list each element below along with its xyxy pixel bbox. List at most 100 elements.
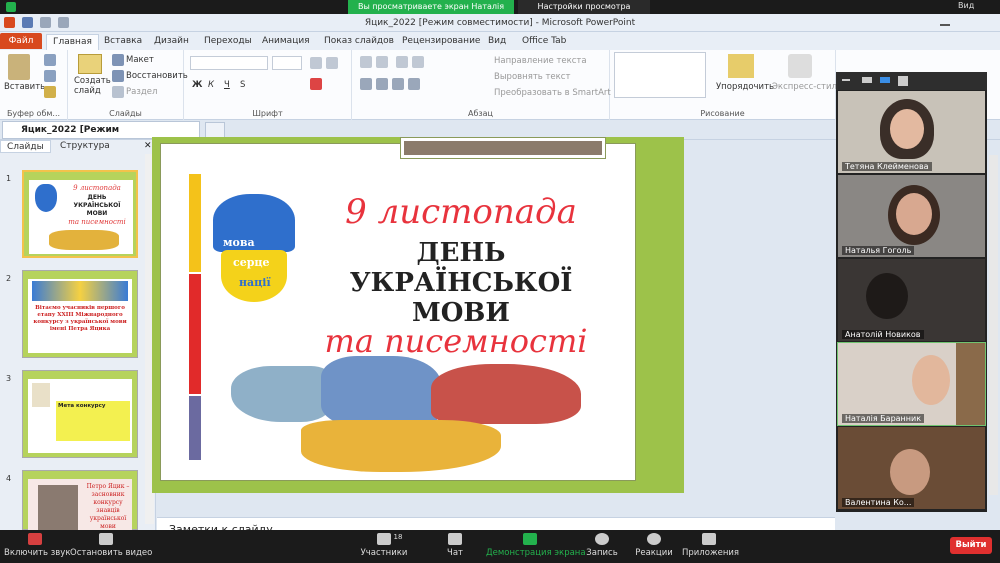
title-bar: Яцик_2022 [Режим совместимости] - Micros… [0, 14, 1000, 32]
quick-styles-button[interactable]: Экспресс-стили [772, 82, 842, 92]
ribbon-tabs: Главная Вставка Дизайн Переходы Анимация… [0, 32, 1000, 50]
copy-icon[interactable] [44, 70, 56, 82]
align-right-icon[interactable] [392, 78, 404, 90]
numbering-icon[interactable] [376, 56, 388, 68]
participant-face-image [890, 109, 924, 149]
view-options-button[interactable]: Настройки просмотра [518, 0, 650, 14]
new-slide-button[interactable]: Создать слайд [74, 76, 114, 96]
shapes-gallery[interactable] [614, 52, 706, 98]
italic-button[interactable]: К [208, 80, 214, 90]
record-button[interactable]: Запись [584, 531, 620, 558]
layout-button[interactable]: Макет [126, 55, 154, 65]
slide-thumbnail-1[interactable]: 9 листопада ДЕНЬ УКРАЇНСЬКОЇ МОВИ та пис… [22, 170, 138, 258]
slide-canvas: мова серце нації 9 листопада ДЕНЬ УКРАЇН… [160, 137, 636, 481]
speaker-view-icon[interactable] [862, 77, 872, 83]
justify-icon[interactable] [408, 78, 420, 90]
gallery-view-icon[interactable] [898, 76, 908, 86]
arrange-button[interactable]: Упорядочить [716, 82, 774, 92]
cut-icon[interactable] [44, 54, 56, 66]
align-left-icon[interactable] [360, 78, 372, 90]
share-screen-button[interactable]: Демонстрация экрана [486, 531, 586, 558]
tab-slideshow[interactable]: Показ слайдов [318, 34, 400, 50]
smartart-button[interactable]: Преобразовать в SmartArt [494, 88, 611, 98]
video-tile[interactable]: Анатолій Новиков [838, 259, 985, 341]
stripe-red [189, 274, 201, 394]
tab-animation[interactable]: Анимация [256, 34, 316, 50]
tab-slides[interactable]: Слайды [0, 140, 51, 153]
minimize-icon[interactable] [842, 79, 850, 81]
video-tile-active-speaker[interactable]: Наталія Баранник [837, 342, 986, 426]
format-painter-icon[interactable] [44, 86, 56, 98]
heart-word-1: мова [223, 236, 255, 249]
participant-face-image [890, 449, 930, 495]
title-placeholder-bar [400, 137, 606, 159]
participant-name: Наталья Гоголь [842, 246, 915, 255]
apps-button[interactable]: Приложения [682, 531, 739, 558]
arrange-icon[interactable] [728, 54, 754, 78]
tab-outline[interactable]: Структура [54, 140, 116, 153]
text-direction-button[interactable]: Направление текста [494, 56, 587, 66]
bold-button[interactable]: Ж [192, 80, 202, 90]
window-title: Яцик_2022 [Режим совместимости] - Micros… [364, 18, 636, 28]
map-region-center [321, 356, 441, 426]
mute-button[interactable]: Включить звук [4, 531, 70, 558]
map-region-south [301, 420, 501, 472]
section-button[interactable]: Раздел [126, 87, 157, 97]
tab-review[interactable]: Рецензирование [396, 34, 486, 50]
record-icon [595, 533, 609, 545]
new-tab-button[interactable] [205, 122, 225, 138]
video-button[interactable]: Остановить видео [70, 531, 152, 558]
video-tile[interactable]: Тетяна Клейменова [838, 91, 985, 173]
reset-button[interactable]: Восстановить [126, 71, 188, 81]
quick-styles-icon[interactable] [788, 54, 812, 78]
slide-line-ukrainian: УКРАЇНСЬКОЇ [349, 268, 573, 298]
align-center-icon[interactable] [376, 78, 388, 90]
current-slide[interactable]: мова серце нації 9 листопада ДЕНЬ УКРАЇН… [152, 137, 684, 493]
new-slide-icon[interactable] [78, 54, 102, 74]
slide-thumbnail-3[interactable]: Мета конкурсу [22, 370, 138, 458]
video-tile[interactable]: Наталья Гоголь [838, 175, 985, 257]
tab-office-tab[interactable]: Office Tab [516, 34, 572, 50]
bullets-icon[interactable] [360, 56, 372, 68]
indent-increase-icon[interactable] [412, 56, 424, 68]
align-text-button[interactable]: Выровнять текст [494, 72, 570, 82]
reset-icon [112, 70, 124, 82]
paste-button[interactable]: Вставить [4, 82, 45, 92]
tab-insert[interactable]: Вставка [98, 34, 148, 50]
stripe-purple [189, 396, 201, 460]
font-size-combo[interactable] [272, 56, 302, 70]
strip-view-icon[interactable] [880, 77, 890, 83]
shrink-font-icon[interactable] [326, 57, 338, 69]
slide-thumbnail-2[interactable]: Вітаємо учасників першого етапу XXIII Мі… [22, 270, 138, 358]
tab-transitions[interactable]: Переходы [198, 34, 258, 50]
view-button[interactable]: Вид [958, 1, 974, 10]
paste-icon[interactable] [8, 54, 30, 80]
chat-button[interactable]: Чат [440, 531, 470, 558]
strikethrough-button[interactable]: S [240, 80, 245, 90]
video-label: Остановить видео [70, 548, 153, 558]
slide-scrollbar[interactable] [989, 155, 998, 495]
video-tile[interactable]: Валентина Ко... [838, 427, 985, 509]
font-name-combo[interactable] [190, 56, 268, 70]
tab-design[interactable]: Дизайн [148, 34, 195, 50]
indent-decrease-icon[interactable] [396, 56, 408, 68]
slides-group: Создать слайд Макет Восстановить Раздел … [68, 50, 188, 120]
tab-view[interactable]: Вид [482, 34, 512, 50]
slide-thumbnail-4[interactable]: Петро Яцик – засновник конкурсу знавців … [22, 470, 138, 531]
reactions-label: Реакции [635, 548, 673, 558]
tab-home[interactable]: Главная [46, 34, 99, 50]
thumbnail-line2: ДЕНЬ [87, 194, 107, 201]
tab-file[interactable]: Файл [0, 33, 42, 49]
font-color-icon[interactable] [310, 78, 322, 90]
reactions-button[interactable]: Реакции [634, 531, 674, 558]
portrait-image [38, 485, 78, 531]
leave-button[interactable]: Выйти [950, 537, 992, 554]
grow-font-icon[interactable] [310, 57, 322, 69]
underline-button[interactable]: Ч [224, 80, 230, 90]
thumbnail-number: 2 [6, 274, 12, 283]
close-icon[interactable]: ✕ [144, 141, 152, 151]
minimize-icon[interactable] [940, 24, 950, 26]
record-label: Запись [586, 548, 618, 558]
heart-word-3: нації [239, 276, 271, 289]
thumbnail-line4: МОВИ [86, 210, 108, 217]
